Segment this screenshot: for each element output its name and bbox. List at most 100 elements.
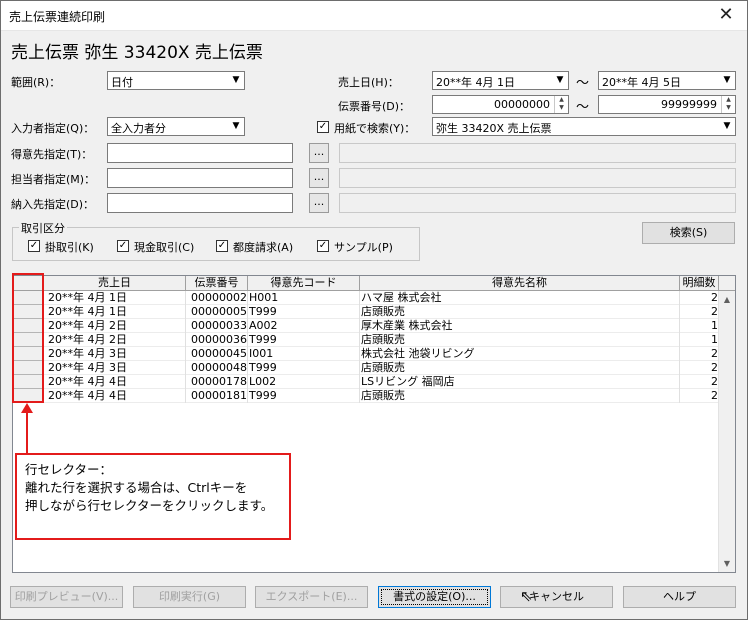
cell-sales-date[interactable]: 20**年 4月 4日 [44, 375, 186, 389]
delivery-browse-button[interactable]: ... [309, 193, 329, 213]
date-to-select[interactable]: 20**年 4月 5日 ▼ [598, 71, 736, 90]
cell-sales-date[interactable]: 20**年 4月 2日 [44, 319, 186, 333]
sample-checkbox[interactable]: ✓ [317, 240, 329, 252]
column-header-sales-date[interactable]: 売上日 [44, 276, 186, 291]
date-range-tilde: ～ [576, 76, 590, 91]
cell-detail-count[interactable]: 2 [680, 347, 719, 361]
cell-detail-count[interactable]: 1 [680, 319, 719, 333]
cell-detail-count[interactable]: 2 [680, 361, 719, 375]
cell-customer-name[interactable]: LSリビング 福岡店 [360, 375, 680, 389]
spin-arrows-icon[interactable]: ▲ ▼ [721, 96, 735, 113]
delivery-input[interactable] [107, 193, 293, 213]
cell-customer-name[interactable]: ハマ屋 株式会社 [360, 291, 680, 305]
cell-sales-date[interactable]: 20**年 4月 2日 [44, 333, 186, 347]
cell-slip-no[interactable]: 00000181 [186, 389, 248, 403]
staff-input[interactable] [107, 168, 293, 188]
title-bar: 売上伝票連続印刷 ✕ [1, 1, 747, 31]
form-select[interactable]: 弥生 33420X 売上伝票 ▼ [432, 117, 736, 136]
callout-line-1: 行セレクター： [25, 462, 113, 477]
cell-customer-code[interactable]: H001 [248, 291, 360, 305]
cell-sales-date[interactable]: 20**年 4月 1日 [44, 305, 186, 319]
window-title: 売上伝票連続印刷 [9, 10, 106, 24]
delivery-name-display [339, 193, 736, 213]
cell-detail-count[interactable]: 1 [680, 333, 719, 347]
cell-slip-no[interactable]: 00000045 [186, 347, 248, 361]
cell-slip-no[interactable]: 00000178 [186, 375, 248, 389]
format-settings-button[interactable]: 書式の設定(O)... [378, 586, 491, 608]
cell-customer-code[interactable]: T999 [248, 305, 360, 319]
column-header-customer-code[interactable]: 得意先コード [248, 276, 360, 291]
cell-slip-no[interactable]: 00000002 [186, 291, 248, 305]
cell-slip-no[interactable]: 00000033 [186, 319, 248, 333]
column-header-slip-no[interactable]: 伝票番号 [186, 276, 248, 291]
staff-label: 担当者指定(M)： [11, 173, 96, 186]
close-icon[interactable]: ✕ [713, 3, 739, 27]
credit-checkbox[interactable]: ✓ [28, 240, 40, 252]
per-invoice-label: 都度請求(A) [233, 241, 294, 254]
row-selector-highlight [12, 273, 44, 403]
cell-customer-name[interactable]: 株式会社 池袋リビング [360, 347, 680, 361]
export-button[interactable]: エクスポート(E)... [255, 586, 368, 608]
slip-to-stepper[interactable]: 99999999 ▲ ▼ [598, 95, 736, 114]
search-button[interactable]: 検索(S) [642, 222, 735, 244]
slip-from-stepper[interactable]: 00000000 ▲ ▼ [432, 95, 569, 114]
cell-sales-date[interactable]: 20**年 4月 3日 [44, 347, 186, 361]
cash-checkbox[interactable]: ✓ [117, 240, 129, 252]
customer-browse-button[interactable]: ... [309, 143, 329, 163]
slip-no-label: 伝票番号(D)： [338, 100, 411, 113]
form-value: 弥生 33420X 売上伝票 [436, 122, 552, 135]
scroll-up-icon[interactable]: ▲ [719, 291, 735, 308]
cell-detail-count[interactable]: 2 [680, 375, 719, 389]
column-header-detail-count[interactable]: 明細数 [680, 276, 719, 291]
cell-customer-code[interactable]: T999 [248, 361, 360, 375]
per-invoice-checkbox[interactable]: ✓ [216, 240, 228, 252]
transaction-type-group: 取引区分 ✓ 掛取引(K) ✓ 現金取引(C) ✓ 都度請求(A) ✓ サンプル… [12, 220, 420, 261]
cell-slip-no[interactable]: 00000036 [186, 333, 248, 347]
range-select[interactable]: 日付 ▼ [107, 71, 245, 90]
cell-customer-name[interactable]: 店頭販売 [360, 333, 680, 347]
staff-browse-button[interactable]: ... [309, 168, 329, 188]
form-search-checkbox[interactable]: ✓ [317, 121, 329, 133]
cell-customer-name[interactable]: 店頭販売 [360, 361, 680, 375]
cell-slip-no[interactable]: 00000048 [186, 361, 248, 375]
cell-detail-count[interactable]: 2 [680, 305, 719, 319]
spin-arrows-icon[interactable]: ▲ ▼ [554, 96, 568, 113]
slip-range-tilde: ～ [576, 100, 590, 115]
cell-customer-code[interactable]: I001 [248, 347, 360, 361]
date-from-select[interactable]: 20**年 4月 1日 ▼ [432, 71, 569, 90]
cash-label: 現金取引(C) [134, 241, 195, 254]
cell-detail-count[interactable]: 2 [680, 291, 719, 305]
customer-input[interactable] [107, 143, 293, 163]
vertical-scrollbar[interactable]: ▲ ▼ [718, 291, 735, 572]
cell-customer-code[interactable]: T999 [248, 389, 360, 403]
customer-label: 得意先指定(T)： [11, 148, 93, 161]
cell-detail-count[interactable]: 2 [680, 389, 719, 403]
callout-line-3: 押しながら行セレクターをクリックします。 [25, 498, 274, 513]
cancel-button[interactable]: キャンセル [500, 586, 613, 608]
cell-customer-name[interactable]: 店頭販売 [360, 389, 680, 403]
input-person-select[interactable]: 全入力者分 ▼ [107, 117, 245, 136]
callout-line-2: 離れた行を選択する場合は、Ctrlキーを [25, 480, 248, 495]
cell-customer-code[interactable]: L002 [248, 375, 360, 389]
credit-label: 掛取引(K) [45, 241, 94, 254]
range-label: 範囲(R)： [11, 76, 61, 89]
cell-sales-date[interactable]: 20**年 4月 1日 [44, 291, 186, 305]
cell-customer-name[interactable]: 厚木産業 株式会社 [360, 319, 680, 333]
print-execute-button[interactable]: 印刷実行(G) [133, 586, 246, 608]
slip-to-value: 99999999 [661, 98, 717, 111]
sales-date-label: 売上日(H)： [338, 76, 399, 89]
callout-connector [26, 411, 28, 454]
help-button[interactable]: ヘルプ [623, 586, 736, 608]
scroll-down-icon[interactable]: ▼ [719, 555, 735, 572]
print-preview-button[interactable]: 印刷プレビュー(V)... [10, 586, 123, 608]
column-header-customer-name[interactable]: 得意先名称 [360, 276, 680, 291]
cell-sales-date[interactable]: 20**年 4月 4日 [44, 389, 186, 403]
staff-name-display [339, 168, 736, 188]
cell-customer-code[interactable]: T999 [248, 333, 360, 347]
chevron-down-icon: ▼ [723, 121, 731, 131]
cell-customer-code[interactable]: A002 [248, 319, 360, 333]
chevron-down-icon: ▼ [556, 75, 564, 85]
cell-sales-date[interactable]: 20**年 4月 3日 [44, 361, 186, 375]
cell-customer-name[interactable]: 店頭販売 [360, 305, 680, 319]
cell-slip-no[interactable]: 00000005 [186, 305, 248, 319]
